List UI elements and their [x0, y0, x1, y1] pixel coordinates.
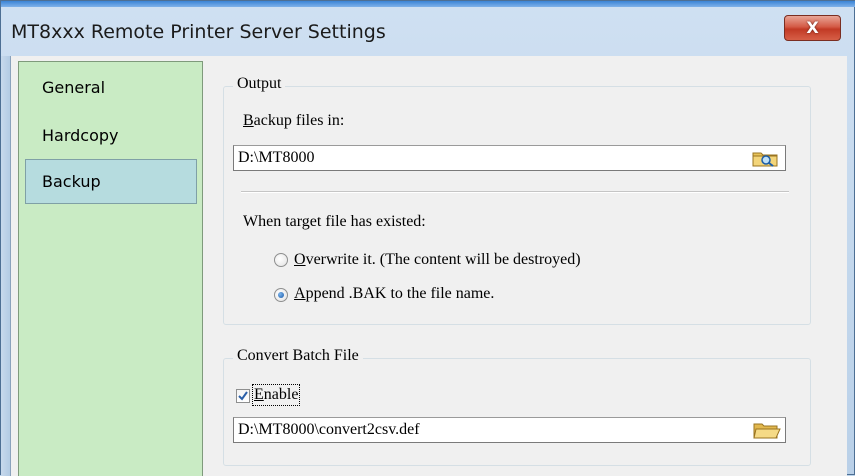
open-file-button[interactable] — [749, 419, 783, 441]
access-key: A — [294, 285, 306, 302]
append-radio[interactable] — [274, 288, 288, 302]
convert-file-value: D:\MT8000\convert2csv.def — [238, 421, 420, 438]
access-key: B — [243, 112, 254, 129]
convert-batch-group: Convert Batch File — [223, 347, 811, 466]
when-exists-label: When target file has existed: — [243, 213, 426, 230]
sidebar-item-general[interactable]: General — [25, 65, 197, 110]
append-label[interactable]: Append .BAK to the file name. — [294, 285, 494, 303]
access-key: E — [254, 386, 264, 403]
sidebar-item-hardcopy[interactable]: Hardcopy — [25, 113, 197, 158]
overwrite-label[interactable]: Overwrite it. (The content will be destr… — [294, 251, 581, 269]
label-text: nable — [263, 386, 299, 403]
access-key: O — [294, 251, 306, 268]
sidebar-item-label: Hardcopy — [42, 126, 119, 145]
sidebar: General Hardcopy Backup — [18, 61, 203, 476]
backup-path-input[interactable]: D:\MT8000 — [233, 145, 786, 171]
output-group-title: Output — [233, 75, 286, 93]
label-text: ppend .BAK to the file name. — [305, 285, 495, 302]
enable-label[interactable]: Enable — [251, 384, 301, 406]
convert-group-title: Convert Batch File — [233, 347, 363, 365]
title-bar[interactable]: MT8xxx Remote Printer Server Settings X — [1, 7, 855, 56]
close-icon: X — [806, 18, 819, 37]
convert-file-input[interactable]: D:\MT8000\convert2csv.def — [233, 417, 786, 443]
window-left-frame — [1, 56, 10, 476]
window-title: MT8xxx Remote Printer Server Settings — [11, 21, 386, 43]
folder-open-icon — [753, 423, 781, 439]
radio-selected-dot — [278, 292, 284, 298]
folder-search-icon — [752, 152, 778, 167]
sidebar-item-label: General — [42, 78, 106, 97]
browse-folder-button[interactable] — [749, 147, 783, 169]
close-button[interactable]: X — [784, 15, 841, 41]
label-text: verwrite it. (The content will be destro… — [305, 251, 581, 268]
checkmark-icon — [238, 391, 248, 401]
dialog-window: MT8xxx Remote Printer Server Settings X … — [0, 0, 855, 476]
label-text: ackup files in: — [253, 112, 345, 129]
sidebar-item-backup[interactable]: Backup — [25, 159, 197, 204]
sidebar-item-label: Backup — [42, 172, 101, 191]
backup-path-value: D:\MT8000 — [238, 149, 315, 166]
backup-files-label: Backup files in: — [243, 112, 344, 130]
enable-checkbox[interactable] — [236, 389, 250, 403]
output-separator — [241, 191, 789, 193]
overwrite-radio[interactable] — [274, 253, 288, 267]
